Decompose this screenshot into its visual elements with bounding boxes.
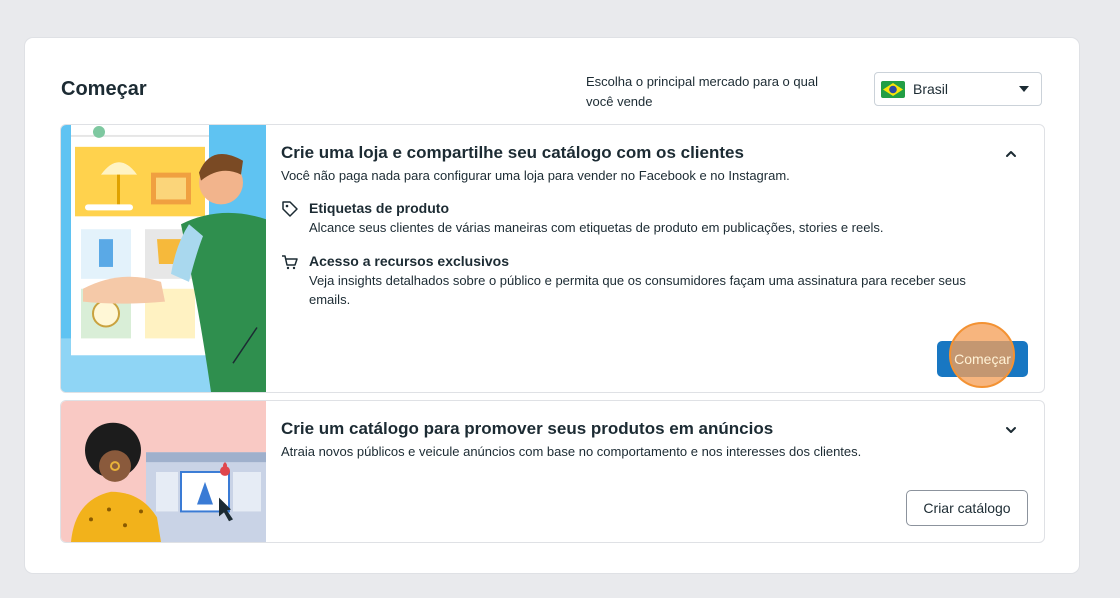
market-label: Escolha o principal mercado para o qual … — [586, 74, 818, 109]
shop-card-description: Você não paga nada para configurar uma l… — [281, 168, 790, 183]
catalog-card-body: Crie um catálogo para promover seus prod… — [281, 419, 1024, 460]
page-title: Começar — [61, 78, 147, 100]
feature-title: Etiquetas de produto — [309, 200, 449, 216]
catalog-card-title: Crie um catálogo para promover seus prod… — [281, 419, 774, 438]
tag-icon — [282, 201, 298, 217]
chevron-down-icon — [1019, 86, 1029, 92]
cart-icon — [282, 255, 298, 270]
start-button-label: Começar — [954, 351, 1011, 367]
create-catalog-button[interactable]: Criar catálogo — [906, 490, 1028, 526]
market-selected-value: Brasil — [913, 81, 949, 97]
chevron-up-icon[interactable] — [1004, 147, 1018, 161]
shop-card-body: Crie uma loja e compartilhe seu catálogo… — [281, 143, 1024, 309]
feature-title: Acesso a recursos exclusivos — [309, 253, 510, 269]
get-started-panel: Começar Escolha o principal mercado para… — [25, 38, 1079, 573]
catalog-illustration — [61, 401, 266, 542]
feature-description: Veja insights detalhados sobre o público… — [309, 273, 966, 307]
feature-product-tags: Etiquetas de produto Alcance seus client… — [281, 200, 1024, 237]
catalog-card-description: Atraia novos públicos e veicule anúncios… — [281, 444, 862, 459]
feature-exclusive-resources: Acesso a recursos exclusivos Veja insigh… — [281, 253, 1024, 309]
catalog-card: Crie um catálogo para promover seus prod… — [60, 400, 1045, 543]
feature-description: Alcance seus clientes de várias maneiras… — [309, 220, 884, 235]
chevron-down-icon[interactable] — [1004, 423, 1018, 437]
shop-illustration — [61, 125, 266, 392]
market-dropdown[interactable]: Brasil — [874, 72, 1042, 106]
shop-card-title: Crie uma loja e compartilhe seu catálogo… — [281, 143, 744, 162]
brazil-flag-icon — [881, 80, 905, 98]
start-button[interactable]: Começar — [937, 341, 1028, 377]
shop-card: Crie uma loja e compartilhe seu catálogo… — [60, 124, 1045, 393]
